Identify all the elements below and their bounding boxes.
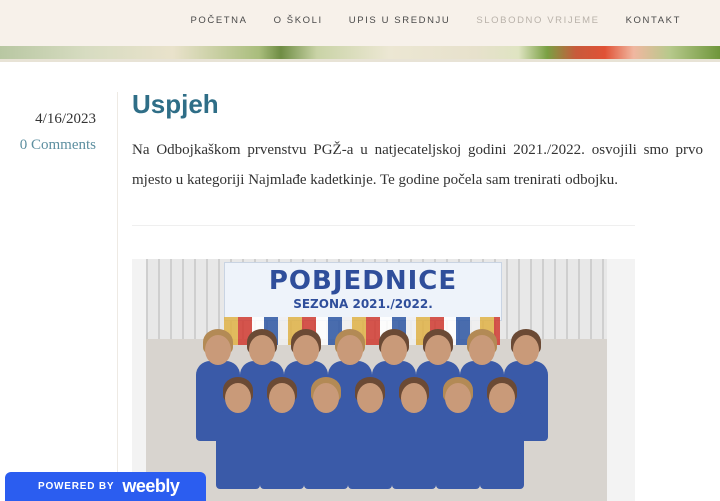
powered-by-label: POWERED BY (38, 481, 115, 492)
post-date: 4/16/2023 (35, 111, 96, 127)
weebly-logo: weebly (122, 476, 180, 496)
photo-banner: POBJEDNICE SEZONA 2021./2022. (224, 262, 502, 321)
main-nav: POČETNA O ŠKOLI UPIS U SREDNJU SLOBODNO … (164, 15, 681, 26)
site-header: POČETNA O ŠKOLI UPIS U SREDNJU SLOBODNO … (0, 0, 720, 46)
team-players (196, 329, 566, 501)
team-photo-image: POBJEDNICE SEZONA 2021./2022. (146, 259, 607, 501)
header-banner-image (0, 46, 720, 62)
post-comments-link[interactable]: 0 Comments (0, 137, 96, 154)
sidebar-divider (117, 92, 118, 501)
nav-item-slobodno-vrijeme[interactable]: SLOBODNO VRIJEME (476, 15, 599, 26)
photo-banner-title: POBJEDNICE (268, 266, 458, 296)
nav-item-upis-u-srednju[interactable]: UPIS U SREDNJU (349, 15, 451, 26)
post-title[interactable]: Uspjeh (132, 89, 219, 120)
nav-item-kontakt[interactable]: KONTAKT (626, 15, 681, 26)
weebly-badge[interactable]: POWERED BY weebly (5, 472, 206, 501)
post-separator (132, 225, 635, 226)
post-body: Na Odbojkaškom prvenstvu PGŽ-a u natjeca… (132, 142, 703, 188)
team-photo[interactable]: POBJEDNICE SEZONA 2021./2022. (132, 259, 635, 501)
photo-banner-subtitle: SEZONA 2021./2022. (293, 297, 433, 311)
nav-item-pocetna[interactable]: POČETNA (190, 15, 247, 26)
nav-item-o-skoli[interactable]: O ŠKOLI (274, 15, 323, 26)
